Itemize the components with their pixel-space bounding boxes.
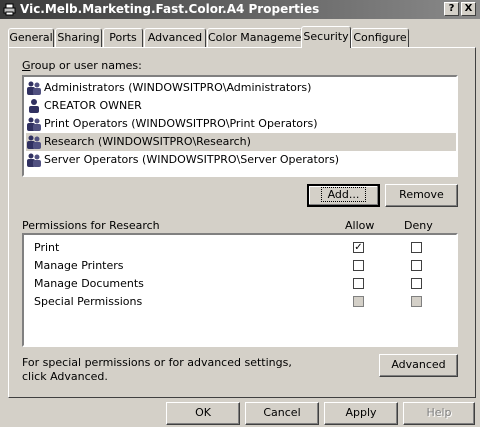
tab-sharing[interactable]: Sharing: [55, 28, 102, 47]
group-icon: [27, 153, 41, 167]
allow-header: Allow: [345, 219, 375, 232]
advanced-note-line2: click Advanced.: [22, 370, 108, 383]
advanced-button[interactable]: Advanced: [379, 354, 458, 377]
user-listbox[interactable]: Administrators (WINDOWSITPRO\Administrat…: [22, 75, 458, 177]
permission-name: Manage Documents: [34, 277, 144, 290]
deny-checkbox: [411, 296, 422, 307]
user-name: Research (WINDOWSITPRO\Research): [44, 135, 251, 148]
group-user-label: Group or user names:: [22, 59, 142, 72]
user-item-server-operators[interactable]: Server Operators (WINDOWSITPRO\Server Op…: [26, 151, 456, 169]
group-icon: [27, 135, 41, 149]
allow-checkbox[interactable]: [353, 278, 364, 289]
allow-checkbox[interactable]: [353, 260, 364, 271]
deny-header: Deny: [404, 219, 433, 232]
title-bar[interactable]: Vic.Melb.Marketing.Fast.Color.A4 Propert…: [0, 0, 480, 19]
permission-name: Manage Printers: [34, 259, 124, 272]
user-name: Print Operators (WINDOWSITPRO\Print Oper…: [44, 117, 318, 130]
tab-color-management[interactable]: Color Management: [207, 28, 313, 47]
window-title: Vic.Melb.Marketing.Fast.Color.A4 Propert…: [20, 2, 320, 16]
advanced-note-line1: For special permissions or for advanced …: [22, 356, 292, 369]
permission-name: Special Permissions: [34, 295, 143, 308]
allow-checkbox[interactable]: ✓: [353, 242, 364, 253]
help-caption-button[interactable]: ?: [444, 2, 459, 16]
user-icon: [29, 99, 39, 113]
permission-row-manage-documents: Manage Documents: [34, 275, 454, 293]
tab-strip: General Sharing Ports Advanced Color Man…: [8, 26, 478, 48]
group-icon: [27, 81, 41, 95]
tab-general[interactable]: General: [8, 28, 54, 47]
user-name: CREATOR OWNER: [44, 99, 142, 112]
tab-advanced[interactable]: Advanced: [144, 28, 206, 47]
permission-name: Print: [34, 241, 60, 254]
deny-checkbox[interactable]: [411, 260, 422, 271]
permissions-list: Print ✓ Manage Printers Manage Documents…: [22, 233, 458, 347]
add-button[interactable]: Add...: [307, 184, 380, 207]
permissions-label: Permissions for Research: [22, 219, 160, 232]
user-item-research[interactable]: Research (WINDOWSITPRO\Research): [26, 133, 456, 151]
apply-button[interactable]: Apply: [324, 402, 398, 425]
user-name: Administrators (WINDOWSITPRO\Administrat…: [44, 81, 312, 94]
deny-checkbox[interactable]: [411, 242, 422, 253]
close-caption-button[interactable]: X: [461, 2, 476, 16]
permission-row-special-permissions: Special Permissions: [34, 293, 454, 311]
tab-configure[interactable]: Configure: [351, 28, 409, 47]
printer-icon: [3, 3, 16, 16]
tab-security[interactable]: Security: [301, 26, 351, 48]
user-item-creator-owner[interactable]: CREATOR OWNER: [26, 97, 456, 115]
deny-checkbox[interactable]: [411, 278, 422, 289]
user-item-print-operators[interactable]: Print Operators (WINDOWSITPRO\Print Oper…: [26, 115, 456, 133]
cancel-button[interactable]: Cancel: [245, 402, 319, 425]
tab-ports[interactable]: Ports: [103, 28, 143, 47]
permission-row-manage-printers: Manage Printers: [34, 257, 454, 275]
user-item-administrators[interactable]: Administrators (WINDOWSITPRO\Administrat…: [26, 79, 456, 97]
ok-button[interactable]: OK: [166, 402, 240, 425]
user-name: Server Operators (WINDOWSITPRO\Server Op…: [44, 153, 340, 166]
allow-checkbox: [353, 296, 364, 307]
help-button: Help: [403, 402, 475, 425]
group-icon: [27, 117, 41, 131]
remove-button[interactable]: Remove: [385, 184, 458, 207]
permission-row-print: Print ✓: [34, 239, 454, 257]
